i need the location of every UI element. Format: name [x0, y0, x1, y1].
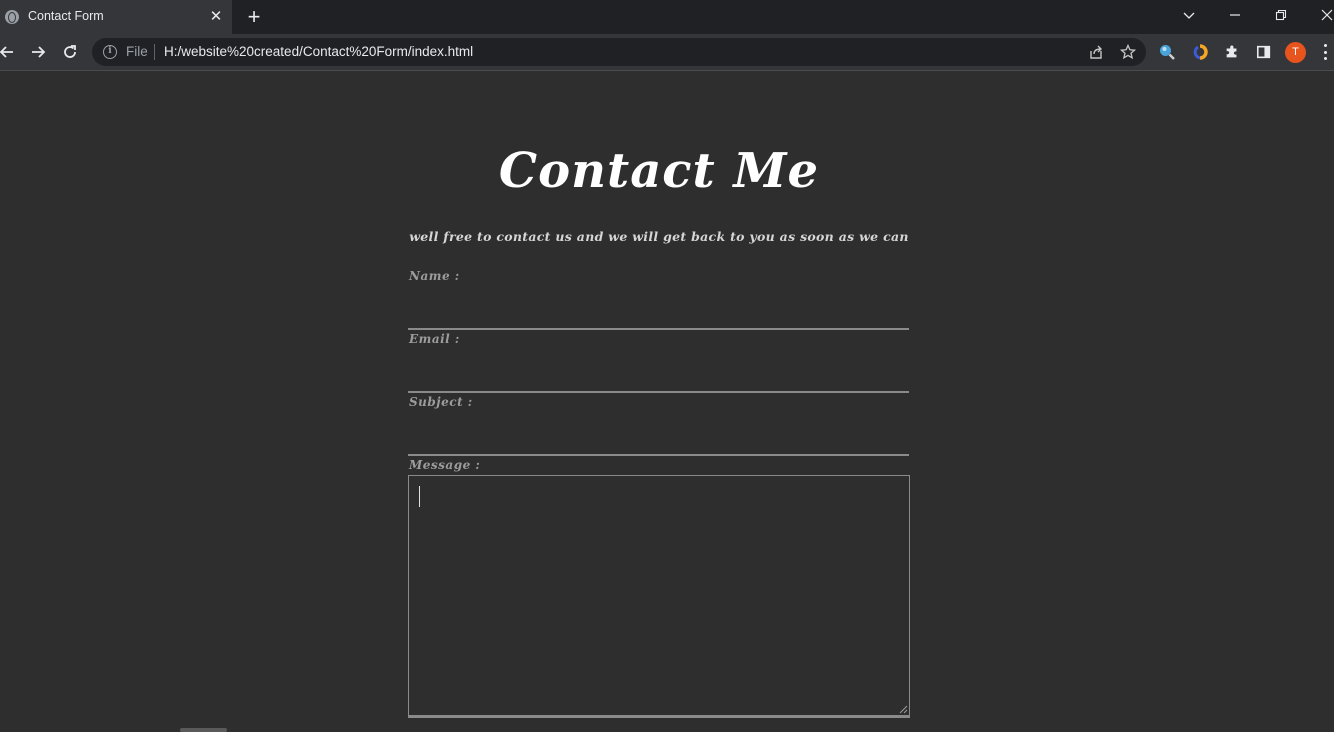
- name-input[interactable]: [408, 290, 909, 330]
- page-title: Contact Me: [498, 143, 820, 199]
- message-textarea[interactable]: [408, 475, 910, 718]
- url-text[interactable]: H:/website%20created/Contact%20Form/inde…: [164, 44, 473, 59]
- share-icon[interactable]: [1088, 44, 1104, 60]
- forward-arrow-icon[interactable]: [27, 41, 49, 63]
- browser-toolbar: i File H:/website%20created/Contact%20Fo…: [0, 34, 1334, 71]
- page-subtitle: well free to contact us and we will get …: [409, 229, 909, 244]
- tab-title: Contact Form: [28, 9, 104, 23]
- plus-icon[interactable]: +: [244, 6, 264, 28]
- omnibox-divider: [154, 44, 155, 60]
- star-icon[interactable]: [1120, 44, 1136, 60]
- reload-icon[interactable]: [59, 41, 81, 63]
- message-label: Message :: [409, 458, 481, 472]
- chevron-down-icon[interactable]: [1169, 0, 1209, 30]
- tab-contact-form[interactable]: Contact Form ✕: [0, 0, 232, 34]
- side-panel-icon[interactable]: [1255, 43, 1273, 61]
- resize-grip-icon[interactable]: [899, 705, 908, 714]
- subject-label: Subject :: [409, 395, 473, 409]
- email-label: Email :: [409, 332, 460, 346]
- colorful-extension-icon[interactable]: [1191, 43, 1209, 61]
- globe-icon: [5, 10, 19, 24]
- address-bar[interactable]: i File H:/website%20created/Contact%20Fo…: [92, 38, 1146, 66]
- tab-strip: Contact Form ✕ +: [0, 0, 1334, 34]
- puzzle-extensions-icon[interactable]: [1223, 43, 1241, 61]
- text-caret: [419, 486, 420, 507]
- info-icon[interactable]: i: [103, 45, 117, 59]
- restore-icon[interactable]: [1261, 0, 1301, 30]
- profile-avatar[interactable]: T: [1285, 42, 1306, 63]
- scheme-label: File: [126, 44, 148, 59]
- subject-input[interactable]: [408, 416, 909, 456]
- email-input[interactable]: [408, 353, 909, 393]
- kebab-menu-icon[interactable]: [1320, 44, 1330, 60]
- page-content: Contact Me well free to contact us and w…: [0, 71, 1334, 732]
- magnifier-extension-icon[interactable]: [1158, 43, 1176, 61]
- horizontal-scrollbar-thumb[interactable]: [180, 728, 227, 732]
- back-arrow-icon[interactable]: [0, 41, 18, 63]
- window-close-icon[interactable]: [1307, 0, 1334, 30]
- name-label: Name :: [409, 269, 460, 283]
- close-icon[interactable]: ✕: [206, 7, 226, 27]
- minimize-icon[interactable]: [1215, 0, 1255, 30]
